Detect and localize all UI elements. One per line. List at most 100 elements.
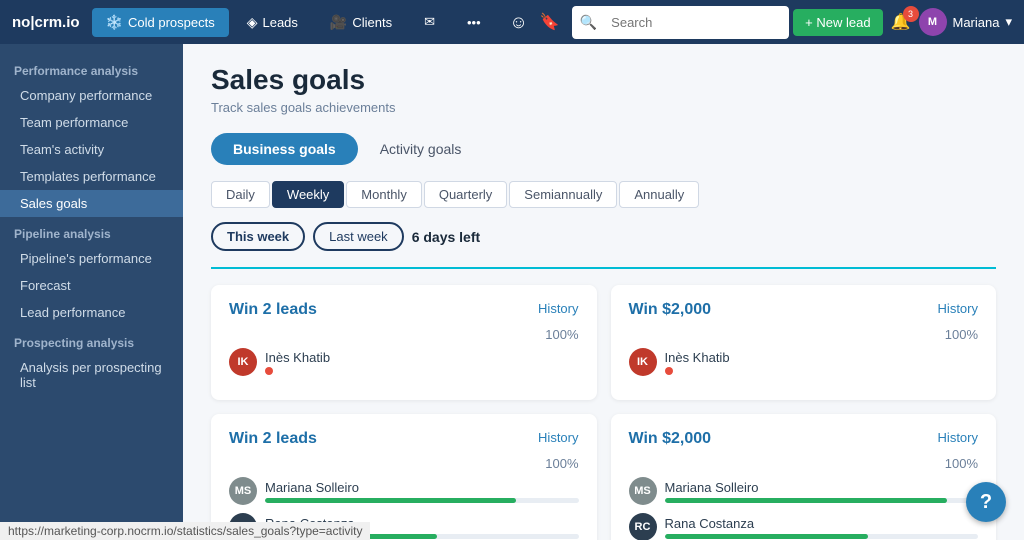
notification-button[interactable]: 🔔 3	[887, 8, 915, 36]
progress-bar-fill-3-1	[665, 534, 869, 539]
user-avatar-1-0: IK	[629, 348, 657, 376]
avatar: M	[919, 8, 947, 36]
period-tab-semiannually[interactable]: Semiannually	[509, 181, 617, 208]
card-percent-1: 100%	[629, 327, 979, 342]
sidebar-section-performance: Performance analysis	[0, 54, 183, 82]
nav-tab-leads[interactable]: ◈ Leads	[233, 8, 312, 37]
days-left: 6 days left	[412, 229, 480, 245]
period-tab-weekly[interactable]: Weekly	[272, 181, 344, 208]
user-name-0-0: Inès Khatib	[265, 350, 579, 365]
user-row-3-1: RC Rana Costanza	[629, 513, 979, 540]
period-tabs: Daily Weekly Monthly Quarterly Semiannua…	[211, 181, 996, 208]
card-percent-0: 100%	[229, 327, 579, 342]
more-icon: •••	[467, 15, 481, 30]
cold-prospects-icon: ❄️	[106, 14, 123, 31]
progress-bar-fill-3-0	[665, 498, 947, 503]
card-header-1: Win $2,000 History	[629, 301, 979, 319]
cards-grid: Win 2 leads History 100% IK Inès Khatib …	[211, 285, 996, 540]
new-lead-button[interactable]: + New lead	[793, 9, 882, 36]
nav-tab-more[interactable]: •••	[453, 9, 495, 36]
card-percent-3: 100%	[629, 456, 979, 471]
user-row-1-0: IK Inès Khatib	[629, 348, 979, 376]
goal-card-0: Win 2 leads History 100% IK Inès Khatib	[211, 285, 597, 400]
user-info-3-0: Mariana Solleiro	[665, 480, 979, 503]
page-title: Sales goals	[211, 64, 996, 96]
sidebar-item-forecast[interactable]: Forecast	[0, 272, 183, 299]
sidebar-item-company-performance[interactable]: Company performance	[0, 82, 183, 109]
user-row-3-0: MS Mariana Solleiro	[629, 477, 979, 505]
search-input[interactable]	[601, 10, 781, 35]
user-dot-0-0	[265, 367, 273, 375]
user-row-0-0: IK Inès Khatib	[229, 348, 579, 376]
progress-bar-bg-3-0	[665, 498, 979, 503]
user-name-3-0: Mariana Solleiro	[665, 480, 979, 495]
user-avatar-2-0: MS	[229, 477, 257, 505]
last-week-button[interactable]: Last week	[313, 222, 404, 251]
this-week-button[interactable]: This week	[211, 222, 305, 251]
user-info-3-1: Rana Costanza	[665, 516, 979, 539]
progress-bar-bg-3-1	[665, 534, 979, 539]
bookmark-icon[interactable]: 🔖	[540, 12, 560, 32]
user-dot-1-0	[665, 367, 673, 375]
user-avatar-area[interactable]: M Mariana ▾	[919, 8, 1013, 36]
tab-activity-goals[interactable]: Activity goals	[358, 133, 484, 165]
main-layout: Performance analysis Company performance…	[0, 44, 1024, 540]
user-info-2-0: Mariana Solleiro	[265, 480, 579, 503]
chevron-down-icon: ▾	[1005, 14, 1012, 30]
period-tab-daily[interactable]: Daily	[211, 181, 270, 208]
sidebar: Performance analysis Company performance…	[0, 44, 183, 540]
sidebar-item-team-performance[interactable]: Team performance	[0, 109, 183, 136]
user-avatar-0-0: IK	[229, 348, 257, 376]
emoji-icon[interactable]: ☺	[509, 12, 527, 33]
page-subtitle: Track sales goals achievements	[211, 100, 996, 115]
status-bar: https://marketing-corp.nocrm.io/statisti…	[0, 522, 370, 540]
top-nav: no|crm.io ❄️ Cold prospects ◈ Leads 🎥 Cl…	[0, 0, 1024, 44]
card-title-1: Win $2,000	[629, 301, 712, 319]
clients-icon: 🎥	[330, 14, 347, 31]
sidebar-item-lead-performance[interactable]: Lead performance	[0, 299, 183, 326]
user-name-3-1: Rana Costanza	[665, 516, 979, 531]
sidebar-item-analysis-per-prospecting[interactable]: Analysis per prospecting list	[0, 354, 183, 396]
user-avatar-3-1: RC	[629, 513, 657, 540]
progress-bar-fill-2-0	[265, 498, 516, 503]
brand-logo: no|crm.io	[12, 14, 80, 31]
card-history-1[interactable]: History	[938, 301, 978, 316]
period-tab-annually[interactable]: Annually	[619, 181, 699, 208]
nav-tab-email[interactable]: ✉	[410, 8, 449, 36]
week-selector: This week Last week 6 days left	[211, 222, 996, 251]
tab-business-goals[interactable]: Business goals	[211, 133, 358, 165]
card-percent-2: 100%	[229, 456, 579, 471]
nav-tab-cold-prospects[interactable]: ❄️ Cold prospects	[92, 8, 229, 37]
user-name-2-0: Mariana Solleiro	[265, 480, 579, 495]
card-history-3[interactable]: History	[938, 430, 978, 445]
card-title-3: Win $2,000	[629, 430, 712, 448]
card-header-0: Win 2 leads History	[229, 301, 579, 319]
card-title-0: Win 2 leads	[229, 301, 317, 319]
sidebar-item-templates-performance[interactable]: Templates performance	[0, 163, 183, 190]
help-button[interactable]: ?	[966, 482, 1006, 522]
sidebar-section-prospecting: Prospecting analysis	[0, 326, 183, 354]
sidebar-section-pipeline: Pipeline analysis	[0, 217, 183, 245]
goal-card-3: Win $2,000 History 100% MS Mariana Solle…	[611, 414, 997, 540]
sidebar-item-sales-goals[interactable]: Sales goals	[0, 190, 183, 217]
user-info-1-0: Inès Khatib	[665, 350, 979, 375]
sidebar-item-teams-activity[interactable]: Team's activity	[0, 136, 183, 163]
user-info-0-0: Inès Khatib	[265, 350, 579, 375]
period-tab-quarterly[interactable]: Quarterly	[424, 181, 507, 208]
card-history-2[interactable]: History	[538, 430, 578, 445]
user-name-1-0: Inès Khatib	[665, 350, 979, 365]
email-icon: ✉	[424, 14, 435, 30]
sidebar-item-pipelines-performance[interactable]: Pipeline's performance	[0, 245, 183, 272]
card-title-2: Win 2 leads	[229, 430, 317, 448]
goal-type-tabs: Business goals Activity goals	[211, 133, 996, 165]
card-header-2: Win 2 leads History	[229, 430, 579, 448]
period-tab-monthly[interactable]: Monthly	[346, 181, 422, 208]
search-wrap: 🔍	[572, 6, 789, 39]
nav-tab-clients[interactable]: 🎥 Clients	[316, 8, 406, 37]
leads-icon: ◈	[247, 14, 258, 31]
card-header-3: Win $2,000 History	[629, 430, 979, 448]
search-icon: 🔍	[580, 14, 597, 31]
goal-card-1: Win $2,000 History 100% IK Inès Khatib	[611, 285, 997, 400]
card-history-0[interactable]: History	[538, 301, 578, 316]
user-row-2-0: MS Mariana Solleiro	[229, 477, 579, 505]
